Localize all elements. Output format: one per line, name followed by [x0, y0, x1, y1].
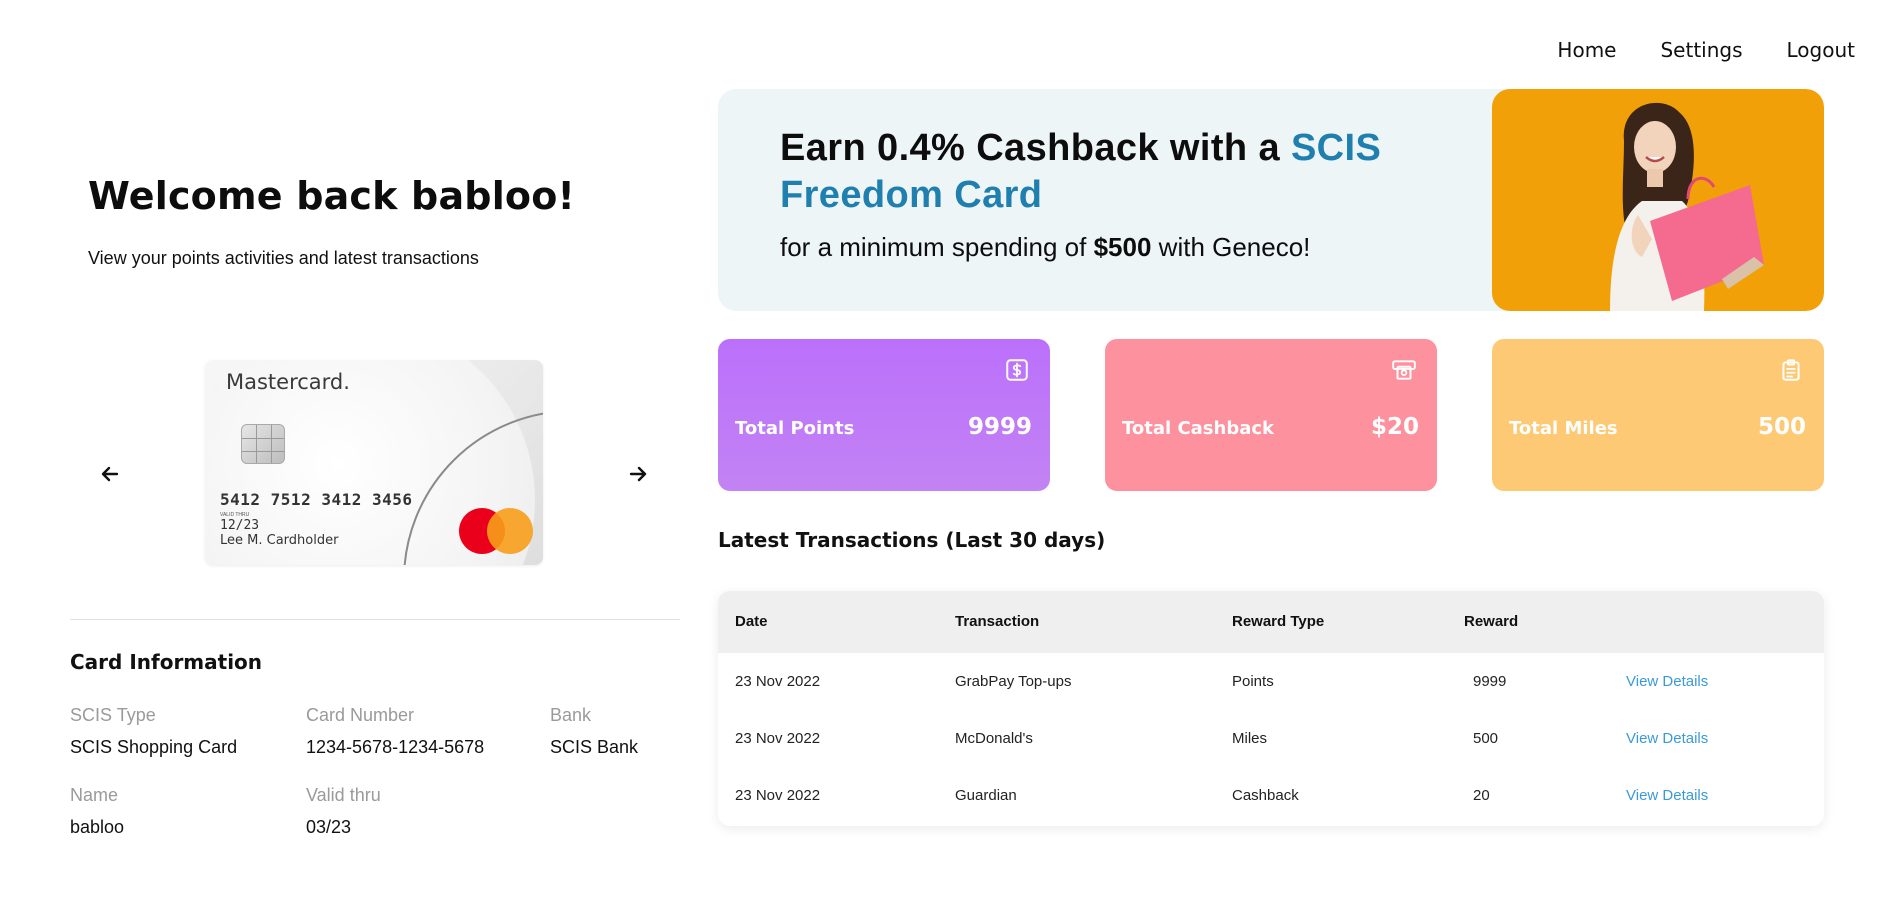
valid-thru-value: 03/23: [306, 817, 352, 837]
table-row: 23 Nov 2022 Guardian Cashback 20 View De…: [718, 767, 1824, 824]
promo-subtext: for a minimum spending of $500 with Gene…: [780, 232, 1311, 262]
promo-amount: $500: [1093, 232, 1152, 262]
scis-type-value: SCIS Shopping Card: [70, 737, 238, 757]
row-reward: 500: [1473, 730, 1499, 747]
bank-label: Bank: [550, 705, 592, 725]
arrow-right-icon: [629, 466, 647, 482]
card-number: 5412 7512 3412 3456: [220, 490, 413, 509]
total-cashback-label: Total Cashback: [1122, 418, 1274, 439]
table-row: 23 Nov 2022 GrabPay Top-ups Points 9999 …: [718, 653, 1824, 710]
nav-settings-link[interactable]: Settings: [1660, 38, 1742, 62]
transactions-table: Date Transaction Reward Type Reward 23 N…: [718, 591, 1824, 826]
row-date: 23 Nov 2022: [735, 730, 821, 747]
name-label: Name: [70, 785, 119, 805]
mastercard-logo-icon: [459, 508, 533, 554]
card-number-label: Card Number: [306, 705, 415, 725]
view-details-link[interactable]: View Details: [1626, 730, 1708, 747]
page-title: Welcome back babloo!: [88, 174, 576, 218]
column-header-reward: Reward: [1464, 613, 1519, 630]
row-reward: 20: [1473, 787, 1490, 804]
total-miles-label: Total Miles: [1509, 418, 1618, 439]
total-miles-card[interactable]: Total Miles 500: [1492, 339, 1824, 491]
carousel-next-button[interactable]: [620, 456, 656, 492]
valid-thru-label: Valid thru: [306, 785, 381, 805]
total-cashback-card[interactable]: Total Cashback $20: [1105, 339, 1437, 491]
divider: [70, 619, 680, 620]
row-reward: 9999: [1473, 673, 1507, 690]
row-reward-type: Points: [1232, 673, 1274, 690]
promo-banner[interactable]: Earn 0.4% Cashback with a SCIS Freedom C…: [718, 89, 1824, 311]
row-reward-type: Miles: [1232, 730, 1268, 747]
clipboard-icon: [1782, 359, 1800, 381]
card-chip-icon: [241, 424, 285, 464]
view-details-link[interactable]: View Details: [1626, 673, 1708, 690]
row-transaction: GrabPay Top-ups: [955, 673, 1072, 690]
card-info-title: Card Information: [70, 650, 263, 674]
card-holder: Lee M. Cardholder: [220, 533, 339, 548]
view-details-link[interactable]: View Details: [1626, 787, 1708, 804]
nav-logout-link[interactable]: Logout: [1787, 38, 1855, 62]
transactions-title: Latest Transactions (Last 30 days): [718, 528, 1106, 552]
column-header-transaction: Transaction: [955, 613, 1040, 630]
name-value: babloo: [70, 817, 125, 837]
dollar-icon: [1006, 359, 1028, 381]
carousel-prev-button[interactable]: [92, 456, 128, 492]
atm-cash-icon: [1392, 360, 1416, 380]
total-miles-value: 500: [1757, 414, 1806, 440]
column-header-reward-type: Reward Type: [1232, 613, 1325, 630]
card-expiry: 12/23: [220, 518, 260, 533]
promo-headline: Earn 0.4% Cashback with a SCIS Freedom C…: [780, 127, 1382, 216]
total-points-value: 9999: [967, 414, 1032, 440]
table-row: 23 Nov 2022 McDonald's Miles 500 View De…: [718, 710, 1824, 767]
table-header: Date Transaction Reward Type Reward: [718, 591, 1824, 653]
top-nav: Home Settings Logout: [1557, 38, 1855, 62]
total-points-card[interactable]: Total Points 9999: [718, 339, 1050, 491]
row-date: 23 Nov 2022: [735, 787, 821, 804]
page-subtitle: View your points activities and latest t…: [88, 248, 479, 268]
total-cashback-value: $20: [1370, 414, 1419, 440]
row-reward-type: Cashback: [1232, 787, 1299, 804]
total-points-label: Total Points: [735, 418, 855, 439]
arrow-left-icon: [101, 466, 119, 482]
row-transaction: McDonald's: [955, 730, 1033, 747]
scis-type-label: SCIS Type: [70, 705, 156, 725]
card-brand: Mastercard.: [226, 370, 350, 394]
credit-card-image: Mastercard. 5412 7512 3412 3456 VALID TH…: [205, 360, 543, 565]
row-transaction: Guardian: [955, 787, 1017, 804]
bank-value: SCIS Bank: [550, 737, 639, 757]
row-date: 23 Nov 2022: [735, 673, 821, 690]
card-number-value: 1234-5678-1234-5678: [306, 737, 485, 757]
promo-shopper-image: [1492, 89, 1824, 311]
nav-home-link[interactable]: Home: [1557, 38, 1616, 62]
column-header-date: Date: [735, 613, 768, 630]
